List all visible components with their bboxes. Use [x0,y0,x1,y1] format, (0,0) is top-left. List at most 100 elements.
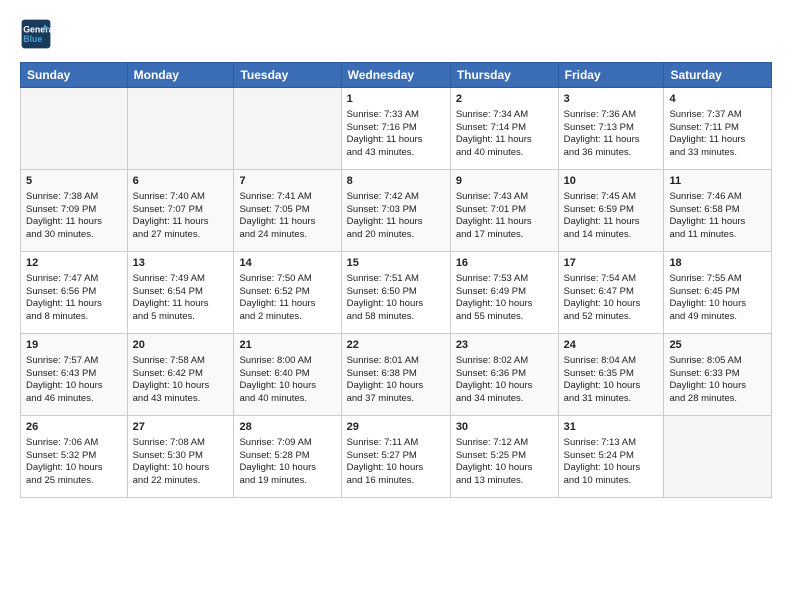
calendar-cell [664,416,772,498]
day-info: Sunrise: 7:45 AM Sunset: 6:59 PM Dayligh… [564,191,659,242]
calendar-cell: 31Sunrise: 7:13 AM Sunset: 5:24 PM Dayli… [558,416,664,498]
day-number: 2 [456,92,553,107]
day-number: 14 [239,256,335,271]
day-number: 28 [239,420,335,435]
weekday-header-sunday: Sunday [21,63,128,88]
day-number: 18 [669,256,766,271]
day-info: Sunrise: 7:42 AM Sunset: 7:03 PM Dayligh… [347,191,445,242]
calendar-cell: 2 Sunrise: 7:34 AM Sunset: 7:14 PM Daylig… [450,88,558,170]
day-info: Sunrise: 8:02 AM Sunset: 6:36 PM Dayligh… [456,355,553,406]
day-number: 4 [669,92,766,107]
day-number: 3 [564,92,659,107]
day-number: 27 [133,420,229,435]
calendar-cell: 16 Sunrise: 7:53 AM Sunset: 6:49 PM Dayli… [450,252,558,334]
day-number: 19 [26,338,122,353]
calendar-cell: 9 Sunrise: 7:43 AM Sunset: 7:01 PM Daylig… [450,170,558,252]
svg-text:General: General [23,24,52,34]
calendar-cell: 18 Sunrise: 7:55 AM Sunset: 6:45 PM Dayli… [664,252,772,334]
weekday-header-monday: Monday [127,63,234,88]
calendar-cell: 14 Sunrise: 7:50 AM Sunset: 6:52 PM Dayli… [234,252,341,334]
calendar-cell: 25 Sunrise: 8:05 AM Sunset: 6:33 PM Dayli… [664,334,772,416]
day-number: 16 [456,256,553,271]
day-number: 21 [239,338,335,353]
day-info: Sunrise: 7:08 AM Sunset: 5:30 PM Dayligh… [133,437,229,488]
day-info: Sunrise: 7:43 AM Sunset: 7:01 PM Dayligh… [456,191,553,242]
calendar-cell: 13Sunrise: 7:49 AM Sunset: 6:54 PM Dayli… [127,252,234,334]
calendar-cell: 7 Sunrise: 7:41 AM Sunset: 7:05 PM Daylig… [234,170,341,252]
day-number: 1 [347,92,445,107]
day-info: Sunrise: 7:58 AM Sunset: 6:42 PM Dayligh… [133,355,229,406]
calendar-cell: 28Sunrise: 7:09 AM Sunset: 5:28 PM Dayli… [234,416,341,498]
calendar-cell [21,88,128,170]
day-number: 7 [239,174,335,189]
day-info: Sunrise: 7:38 AM Sunset: 7:09 PM Dayligh… [26,191,122,242]
calendar-cell: 22 Sunrise: 8:01 AM Sunset: 6:38 PM Dayli… [341,334,450,416]
day-info: Sunrise: 7:34 AM Sunset: 7:14 PM Dayligh… [456,109,553,160]
weekday-header-tuesday: Tuesday [234,63,341,88]
day-number: 22 [347,338,445,353]
weekday-header-thursday: Thursday [450,63,558,88]
calendar-cell: 19 Sunrise: 7:57 AM Sunset: 6:43 PM Dayli… [21,334,128,416]
calendar-cell: 30 Sunrise: 7:12 AM Sunset: 5:25 PM Dayli… [450,416,558,498]
calendar-cell: 3Sunrise: 7:36 AM Sunset: 7:13 PM Daylig… [558,88,664,170]
day-info: Sunrise: 7:55 AM Sunset: 6:45 PM Dayligh… [669,273,766,324]
day-info: Sunrise: 7:54 AM Sunset: 6:47 PM Dayligh… [564,273,659,324]
calendar-cell: 24Sunrise: 8:04 AM Sunset: 6:35 PM Dayli… [558,334,664,416]
day-number: 20 [133,338,229,353]
calendar-cell: 4 Sunrise: 7:37 AM Sunset: 7:11 PM Daylig… [664,88,772,170]
day-info: Sunrise: 7:37 AM Sunset: 7:11 PM Dayligh… [669,109,766,160]
day-info: Sunrise: 7:11 AM Sunset: 5:27 PM Dayligh… [347,437,445,488]
calendar-cell: 21 Sunrise: 8:00 AM Sunset: 6:40 PM Dayli… [234,334,341,416]
day-info: Sunrise: 7:12 AM Sunset: 5:25 PM Dayligh… [456,437,553,488]
day-info: Sunrise: 7:47 AM Sunset: 6:56 PM Dayligh… [26,273,122,324]
calendar-cell: 23 Sunrise: 8:02 AM Sunset: 6:36 PM Dayli… [450,334,558,416]
svg-text:Blue: Blue [23,34,42,44]
day-number: 11 [669,174,766,189]
day-number: 25 [669,338,766,353]
logo-icon: General Blue [20,18,52,50]
week-row-1: 1 Sunrise: 7:33 AM Sunset: 7:16 PM Daylig… [21,88,772,170]
calendar-cell: 1 Sunrise: 7:33 AM Sunset: 7:16 PM Daylig… [341,88,450,170]
day-number: 15 [347,256,445,271]
logo: General Blue [20,18,56,50]
calendar-cell [127,88,234,170]
day-number: 23 [456,338,553,353]
day-info: Sunrise: 8:05 AM Sunset: 6:33 PM Dayligh… [669,355,766,406]
day-number: 29 [347,420,445,435]
day-number: 8 [347,174,445,189]
calendar-cell: 6Sunrise: 7:40 AM Sunset: 7:07 PM Daylig… [127,170,234,252]
calendar-cell: 11 Sunrise: 7:46 AM Sunset: 6:58 PM Dayli… [664,170,772,252]
week-row-5: 26Sunrise: 7:06 AM Sunset: 5:32 PM Dayli… [21,416,772,498]
calendar-cell: 10 Sunrise: 7:45 AM Sunset: 6:59 PM Dayli… [558,170,664,252]
calendar-cell: 12Sunrise: 7:47 AM Sunset: 6:56 PM Dayli… [21,252,128,334]
day-number: 13 [133,256,229,271]
day-info: Sunrise: 8:01 AM Sunset: 6:38 PM Dayligh… [347,355,445,406]
day-number: 17 [564,256,659,271]
calendar-cell: 20 Sunrise: 7:58 AM Sunset: 6:42 PM Dayli… [127,334,234,416]
day-info: Sunrise: 7:53 AM Sunset: 6:49 PM Dayligh… [456,273,553,324]
day-info: Sunrise: 7:13 AM Sunset: 5:24 PM Dayligh… [564,437,659,488]
weekday-header-friday: Friday [558,63,664,88]
day-info: Sunrise: 8:00 AM Sunset: 6:40 PM Dayligh… [239,355,335,406]
calendar-cell [234,88,341,170]
day-info: Sunrise: 7:40 AM Sunset: 7:07 PM Dayligh… [133,191,229,242]
week-row-2: 5 Sunrise: 7:38 AM Sunset: 7:09 PM Daylig… [21,170,772,252]
day-info: Sunrise: 7:46 AM Sunset: 6:58 PM Dayligh… [669,191,766,242]
calendar-cell: 17 Sunrise: 7:54 AM Sunset: 6:47 PM Dayli… [558,252,664,334]
day-number: 30 [456,420,553,435]
calendar-cell: 15 Sunrise: 7:51 AM Sunset: 6:50 PM Dayli… [341,252,450,334]
day-number: 10 [564,174,659,189]
day-info: Sunrise: 7:57 AM Sunset: 6:43 PM Dayligh… [26,355,122,406]
day-number: 5 [26,174,122,189]
day-info: Sunrise: 7:41 AM Sunset: 7:05 PM Dayligh… [239,191,335,242]
weekday-header-row: SundayMondayTuesdayWednesdayThursdayFrid… [21,63,772,88]
day-info: Sunrise: 7:06 AM Sunset: 5:32 PM Dayligh… [26,437,122,488]
day-number: 9 [456,174,553,189]
calendar-cell: 5 Sunrise: 7:38 AM Sunset: 7:09 PM Daylig… [21,170,128,252]
day-info: Sunrise: 7:51 AM Sunset: 6:50 PM Dayligh… [347,273,445,324]
day-info: Sunrise: 7:33 AM Sunset: 7:16 PM Dayligh… [347,109,445,160]
week-row-3: 12Sunrise: 7:47 AM Sunset: 6:56 PM Dayli… [21,252,772,334]
calendar-cell: 8 Sunrise: 7:42 AM Sunset: 7:03 PM Daylig… [341,170,450,252]
weekday-header-wednesday: Wednesday [341,63,450,88]
day-info: Sunrise: 7:50 AM Sunset: 6:52 PM Dayligh… [239,273,335,324]
